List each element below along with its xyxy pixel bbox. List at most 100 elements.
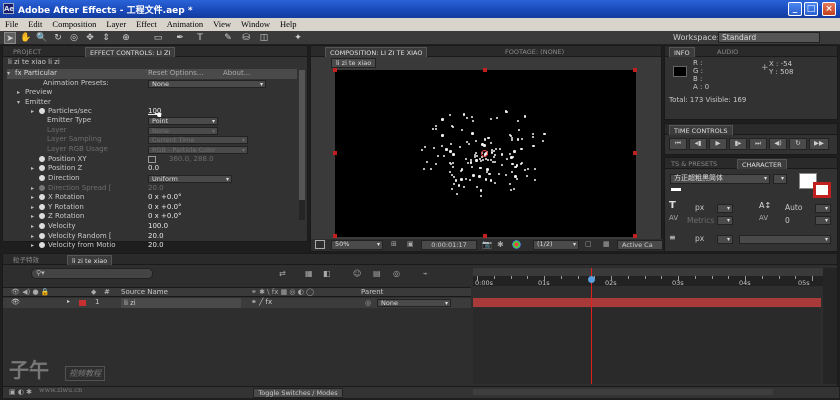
layer-row[interactable]: 👁 ▸ 1 li zi ⚭ ╱ fx ◎ None	[3, 298, 471, 308]
current-time-field[interactable]: 0:00:01:17	[421, 240, 477, 250]
value-x-rotation[interactable]: 0 x +0.0°	[148, 193, 182, 203]
layer-name[interactable]: li zi	[121, 298, 241, 308]
last-frame-icon[interactable]: ⏭	[749, 138, 767, 150]
menu-effect[interactable]: Effect	[131, 18, 162, 29]
orbit-camera-icon[interactable]: ◎	[68, 32, 80, 44]
expand-panes-icon[interactable]: ▣ ◐ ✱	[9, 388, 32, 396]
parent-dropdown[interactable]: None	[377, 299, 451, 307]
work-area-bar[interactable]	[473, 268, 823, 276]
playhead-handle[interactable]	[587, 276, 595, 283]
resolution-dropdown[interactable]: (1/2)	[533, 240, 579, 250]
menu-layer[interactable]: Layer	[101, 18, 131, 29]
menu-edit[interactable]: Edit	[23, 18, 47, 29]
timeline-vertical-scrollbar[interactable]	[823, 268, 837, 384]
tab-info[interactable]: INFO	[669, 47, 695, 57]
font-size-value[interactable]: px	[695, 203, 704, 212]
show-snapshot-icon[interactable]: ✱	[497, 240, 504, 249]
layer-handle[interactable]	[633, 151, 637, 155]
layer-search-input[interactable]: ⚲▾	[31, 268, 153, 279]
emitter-type-dropdown[interactable]: Point	[148, 117, 218, 125]
toggle-switches-modes-button[interactable]: Toggle Switches / Modes	[253, 388, 343, 398]
timeline-zoom-slider[interactable]	[473, 389, 773, 395]
layer-label-color[interactable]	[79, 300, 86, 306]
kerning-value[interactable]: Metrics	[687, 216, 714, 225]
layer-handle[interactable]	[483, 234, 487, 238]
layer-sampling-dropdown[interactable]: Current Time	[148, 136, 248, 144]
safe-zones-icon[interactable]: ⊞	[391, 240, 403, 249]
playhead[interactable]	[587, 268, 595, 384]
layer-handle[interactable]	[333, 234, 337, 238]
loop-icon[interactable]: ↻	[789, 138, 807, 150]
tab-comp-lizi-te-xiao[interactable]: li zi te xiao	[67, 255, 113, 265]
font-family-dropdown[interactable]: 方正超粗黑简体	[670, 174, 770, 184]
layer-handle[interactable]	[333, 151, 337, 155]
stroke-color-swatch[interactable]	[813, 182, 831, 198]
chevron-down-icon[interactable]: ▾	[17, 98, 25, 108]
menu-animation[interactable]: Animation	[162, 18, 208, 29]
font-size-dropdown[interactable]	[717, 204, 733, 213]
menu-help[interactable]: Help	[275, 18, 302, 29]
graph-editor-icon[interactable]: ⌁	[423, 269, 428, 278]
kerning-dropdown[interactable]	[717, 216, 733, 225]
about-button[interactable]: About...	[223, 69, 250, 79]
tracking-dropdown[interactable]	[815, 216, 831, 225]
animation-presets-dropdown[interactable]: None	[148, 80, 266, 88]
tab-audio[interactable]: AUDIO	[713, 47, 742, 57]
property-z-rotation[interactable]: ▸ Z Rotation	[31, 212, 84, 222]
play-icon[interactable]: ▶	[709, 138, 727, 150]
timeline-track-area[interactable]	[473, 308, 821, 384]
tab-time-controls[interactable]: TIME CONTROLS	[669, 125, 733, 135]
property-velocity-from-motion[interactable]: ▸ Velocity from Motio	[31, 241, 116, 251]
layer-dropdown[interactable]: None	[148, 127, 218, 135]
ruler-tick-track[interactable]: 0:00s 01s 02s 03s 04s 05s	[473, 276, 823, 287]
value-velocity[interactable]: 100.0	[148, 222, 168, 232]
property-x-rotation[interactable]: ▸ X Rotation	[31, 193, 84, 203]
layer-handle[interactable]	[333, 68, 337, 72]
show-channel-icon[interactable]	[512, 240, 521, 249]
active-camera-dropdown[interactable]: Active Ca	[617, 240, 663, 250]
frame-blending-icon[interactable]: ▤	[373, 269, 381, 278]
parent-pickwhip-icon[interactable]: ◎	[365, 299, 371, 307]
fx-icon[interactable]: fx	[15, 69, 22, 77]
comp-mini-flowchart-icon[interactable]: ⇄	[279, 269, 286, 278]
tab-project[interactable]: PROJECT	[9, 47, 45, 57]
stroke-order-dropdown[interactable]	[739, 235, 831, 244]
zoom-dropdown[interactable]: 50%	[331, 240, 383, 250]
tab-footage[interactable]: FOOTAGE: (none)	[501, 47, 568, 57]
menu-window[interactable]: Window	[236, 18, 275, 29]
zoom-tool-icon[interactable]: 🔍	[36, 32, 48, 44]
property-position-z[interactable]: ▸ Position Z	[31, 164, 82, 174]
next-frame-icon[interactable]: ▮▸	[729, 138, 747, 150]
direction-dropdown[interactable]: Uniform	[148, 175, 232, 183]
tab-comp-lizi[interactable]: 粒子特效	[9, 255, 43, 265]
maximize-button[interactable]: □	[804, 2, 818, 16]
layer-handle[interactable]	[483, 68, 487, 72]
value-position-xy[interactable]: 360.0, 288.0	[169, 155, 214, 165]
ram-preview-icon[interactable]: ▶▶	[809, 138, 829, 150]
motion-blur-icon[interactable]: ◎	[393, 269, 400, 278]
always-preview-icon[interactable]	[315, 240, 325, 249]
property-direction[interactable]: Direction	[39, 174, 80, 184]
eraser-tool-icon[interactable]: ◫	[258, 32, 270, 44]
crosshair-icon[interactable]	[148, 156, 156, 163]
pen-tool-icon[interactable]: ✒	[174, 32, 186, 44]
layer-rgb-usage-dropdown[interactable]: RGB - Particle Color	[148, 146, 248, 154]
rectangle-mask-icon[interactable]: ▭	[152, 32, 164, 44]
puppet-pin-icon[interactable]: ✦	[292, 32, 304, 44]
eyedropper-white-icon[interactable]	[671, 188, 681, 191]
first-frame-icon[interactable]: ⏮	[669, 138, 687, 150]
anchor-point-icon[interactable]	[481, 150, 488, 157]
font-style-dropdown[interactable]	[773, 174, 787, 184]
parent-column-header[interactable]: Parent	[361, 288, 383, 296]
region-of-interest-icon[interactable]: ▢	[585, 240, 592, 248]
tab-effect-controls[interactable]: EFFECT CONTROLS: li zi	[85, 47, 176, 57]
stroke-width-value[interactable]: px	[695, 234, 704, 243]
composition-canvas[interactable]	[333, 68, 637, 238]
value-z-rotation[interactable]: 0 x +0.0°	[148, 212, 182, 222]
snapshot-icon[interactable]: 📷	[482, 240, 492, 249]
track-z-camera-icon[interactable]: ⇕	[100, 32, 112, 44]
audio-icon[interactable]: ◀)	[769, 138, 787, 150]
menu-file[interactable]: File	[0, 18, 23, 29]
mask-visibility-icon[interactable]: ▣	[407, 240, 417, 249]
tracking-value[interactable]: 0	[785, 216, 790, 225]
